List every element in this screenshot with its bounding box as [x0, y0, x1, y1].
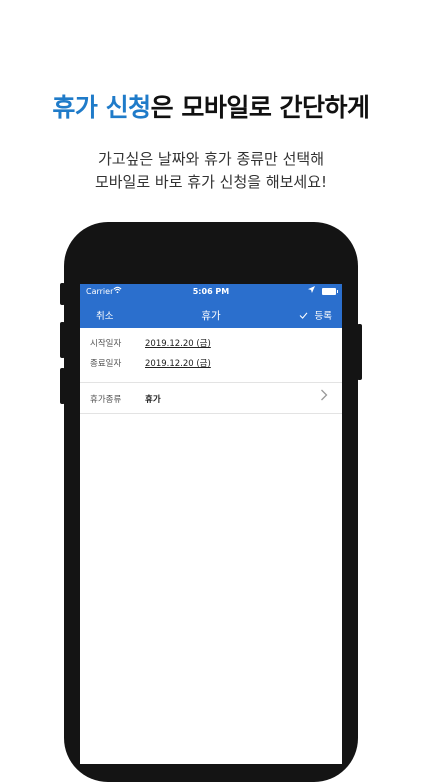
- subtitle: 가고싶은 날짜와 휴가 종류만 선택해 모바일로 바로 휴가 신청을 해보세요!: [0, 148, 422, 194]
- location-arrow-icon: [308, 286, 315, 295]
- end-date-row[interactable]: 종료일자 2019.12.20 (금): [80, 352, 342, 372]
- submit-label: 등록: [314, 311, 332, 322]
- start-date-value[interactable]: 2019.12.20 (금): [145, 337, 211, 349]
- leave-type-label: 휴가종류: [90, 395, 122, 405]
- status-time: 5:06 PM: [192, 287, 230, 296]
- headline: 휴가 신청은 모바일로 간단하게: [0, 88, 422, 124]
- end-date-value[interactable]: 2019.12.20 (금): [145, 357, 211, 369]
- headline-rest: 은 모바일로 간단하게: [150, 93, 370, 122]
- start-date-label: 시작일자: [90, 339, 122, 349]
- subtitle-line-2: 모바일로 바로 휴가 신청을 해보세요!: [94, 173, 328, 191]
- leave-type-row[interactable]: 휴가종류 휴가: [80, 383, 342, 414]
- start-date-row[interactable]: 시작일자 2019.12.20 (금): [80, 332, 342, 352]
- battery-icon: [322, 288, 338, 295]
- subtitle-line-1: 가고싶은 날짜와 휴가 종류만 선택해: [97, 150, 325, 168]
- headline-accent: 휴가 신청: [52, 93, 151, 122]
- submit-button[interactable]: 등록: [299, 308, 332, 322]
- chevron-right-icon: [320, 389, 328, 405]
- nav-bar: 취소 휴가 등록: [80, 300, 342, 328]
- leave-type-value: 휴가: [145, 395, 161, 405]
- phone-screen: Carrier 5:06 PM 취소 휴가 등록 시작일자 2019.12.20…: [80, 284, 342, 764]
- date-section: 시작일자 2019.12.20 (금) 종료일자 2019.12.20 (금): [80, 328, 342, 383]
- end-date-label: 종료일자: [90, 359, 122, 369]
- status-bar: Carrier 5:06 PM: [80, 284, 342, 300]
- checkmark-icon: [299, 311, 311, 322]
